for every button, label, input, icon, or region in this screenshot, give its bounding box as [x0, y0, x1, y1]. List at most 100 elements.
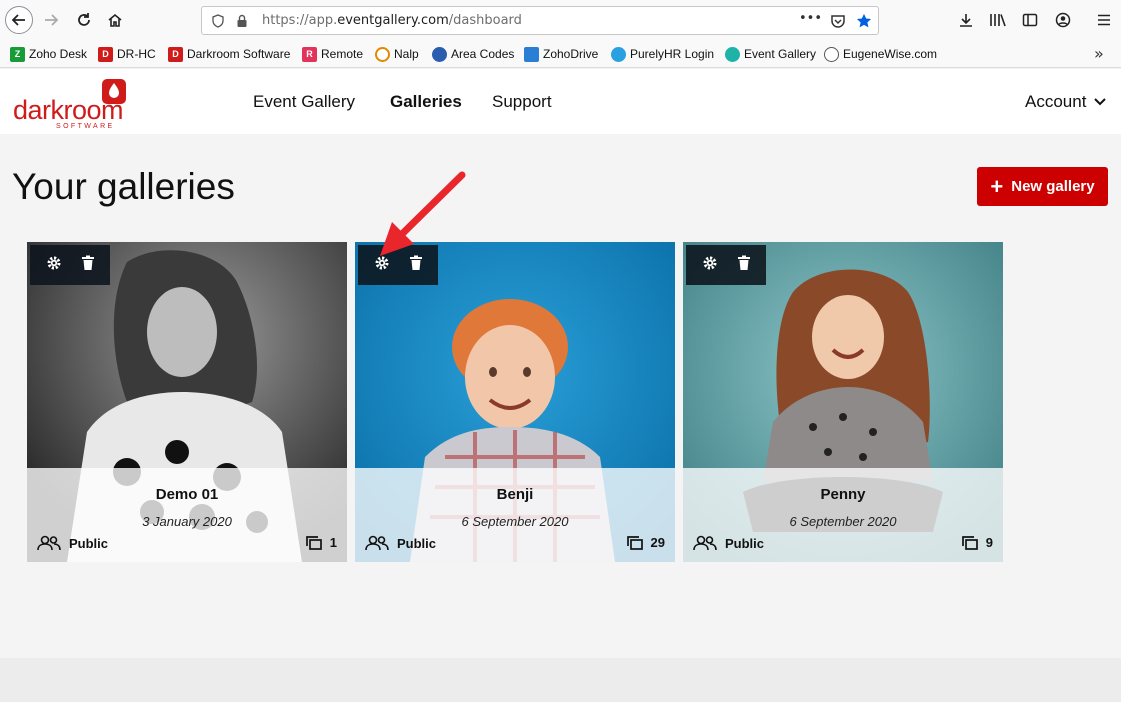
- arrow-right-icon: [45, 14, 59, 26]
- visibility-badge: Public: [365, 535, 436, 551]
- gallery-card[interactable]: Demo 01 3 January 2020 Public 1: [27, 242, 347, 562]
- card-actions: [30, 245, 110, 285]
- bookmark-favicon-icon: Z: [10, 46, 25, 62]
- pocket-icon[interactable]: [830, 13, 846, 29]
- account-button[interactable]: [1053, 10, 1073, 30]
- sidebar-button[interactable]: [1020, 10, 1040, 30]
- delete-button[interactable]: [737, 255, 751, 275]
- bookmark-favicon-icon: D: [98, 46, 113, 62]
- menu-button[interactable]: [1094, 10, 1114, 30]
- gallery-card[interactable]: Benji 6 September 2020 Public 29: [355, 242, 675, 562]
- arrow-left-icon: [11, 14, 25, 26]
- browser-toolbar: https://app.eventgallery.com/dashboard •…: [0, 0, 1121, 40]
- bookmark-item[interactable]: Z Zoho Desk: [10, 46, 87, 62]
- bookmark-favicon-icon: D: [168, 46, 183, 62]
- bookmarks-overflow-button[interactable]: »: [1094, 44, 1104, 63]
- delete-button[interactable]: [409, 255, 423, 275]
- new-gallery-button[interactable]: + New gallery: [977, 167, 1108, 206]
- shield-icon[interactable]: [210, 13, 226, 29]
- profile-icon: [1055, 12, 1071, 28]
- bookmark-item[interactable]: Event Gallery: [725, 46, 816, 62]
- gear-icon: [703, 256, 716, 270]
- trash-icon: [81, 255, 94, 270]
- photo-count: 9: [961, 535, 993, 550]
- bookmark-item[interactable]: R Remote: [302, 46, 363, 62]
- bookmark-item[interactable]: Area Codes: [432, 46, 514, 62]
- card-info: Benji 6 September 2020 Public 29: [355, 468, 675, 562]
- card-info: Demo 01 3 January 2020 Public 1: [27, 468, 347, 562]
- home-icon: [108, 13, 122, 27]
- gear-icon: [375, 256, 388, 270]
- bookmark-item[interactable]: PurelyHR Login: [611, 46, 714, 62]
- library-button[interactable]: [988, 10, 1008, 30]
- lock-icon[interactable]: [234, 13, 250, 29]
- photo-count: 1: [305, 535, 337, 550]
- users-icon: [693, 535, 717, 551]
- photo-count: 29: [626, 535, 665, 550]
- bookmark-item[interactable]: D Darkroom Software: [168, 46, 290, 62]
- download-icon: [960, 14, 972, 27]
- bookmark-star-icon[interactable]: [856, 13, 872, 29]
- card-actions: [686, 245, 766, 285]
- gear-icon: [47, 256, 60, 270]
- home-button[interactable]: [101, 6, 129, 34]
- nav-galleries[interactable]: Galleries: [390, 92, 462, 112]
- card-actions: [358, 245, 438, 285]
- settings-button[interactable]: [374, 255, 390, 275]
- bookmark-favicon-icon: R: [302, 46, 317, 62]
- bookmark-item[interactable]: D DR-HC: [98, 46, 156, 62]
- hamburger-icon: [1098, 14, 1110, 26]
- trash-icon: [737, 255, 750, 270]
- downloads-button[interactable]: [956, 10, 976, 30]
- visibility-badge: Public: [693, 535, 764, 551]
- reload-button[interactable]: [70, 6, 98, 34]
- gallery-date: 6 September 2020: [461, 514, 569, 529]
- bookmark-favicon-icon: [824, 46, 839, 62]
- nav-support[interactable]: Support: [492, 92, 552, 112]
- plus-icon: +: [990, 173, 1004, 199]
- gallery-name[interactable]: Demo 01: [27, 486, 347, 503]
- back-button[interactable]: [5, 6, 33, 34]
- users-icon: [37, 535, 61, 551]
- bookmark-item[interactable]: ZohoDrive: [524, 46, 598, 62]
- bookmark-favicon-icon: [432, 46, 447, 62]
- gallery-date: 6 September 2020: [789, 514, 897, 529]
- images-icon: [961, 535, 978, 550]
- visibility-badge: Public: [37, 535, 108, 551]
- logo-wordmark: darkroom: [13, 95, 124, 125]
- bookmark-favicon-icon: [375, 46, 390, 62]
- sidebar-icon: [1022, 13, 1038, 27]
- gallery-name[interactable]: Penny: [683, 486, 1003, 503]
- trash-icon: [409, 255, 422, 270]
- users-icon: [365, 535, 389, 551]
- gallery-card[interactable]: Penny 6 September 2020 Public 9: [683, 242, 1003, 562]
- bookmark-item[interactable]: Nalp: [375, 46, 419, 62]
- bookmark-item[interactable]: EugeneWise.com: [824, 46, 937, 62]
- bookmark-favicon-icon: [725, 46, 740, 62]
- page-footer: [0, 658, 1121, 702]
- library-icon: [990, 14, 1006, 27]
- url-text[interactable]: https://app.eventgallery.com/dashboard: [262, 13, 522, 28]
- bookmark-favicon-icon: [611, 46, 626, 62]
- account-menu[interactable]: Account: [1025, 92, 1107, 112]
- gallery-name[interactable]: Benji: [355, 486, 675, 503]
- card-info: Penny 6 September 2020 Public 9: [683, 468, 1003, 562]
- new-gallery-label: New gallery: [1011, 178, 1095, 195]
- darkroom-logo[interactable]: darkroom SOFTWARE: [13, 77, 131, 132]
- bookmarks-bar: Z Zoho Desk D DR-HC D Darkroom Software R Re…: [0, 40, 1121, 68]
- nav-event-gallery[interactable]: Event Gallery: [253, 92, 355, 112]
- images-icon: [626, 535, 643, 550]
- site-header: darkroom SOFTWARE Event Gallery Gallerie…: [0, 69, 1121, 134]
- reload-icon: [78, 13, 90, 26]
- page-actions-menu[interactable]: •••: [799, 11, 822, 26]
- logo-subtitle: SOFTWARE: [56, 123, 115, 130]
- page-title: Your galleries: [12, 166, 235, 207]
- chevron-down-icon: [1094, 98, 1107, 106]
- forward-button[interactable]: [37, 6, 65, 34]
- settings-button[interactable]: [46, 255, 62, 275]
- bookmark-favicon-icon: [524, 46, 539, 62]
- address-bar[interactable]: https://app.eventgallery.com/dashboard •…: [201, 6, 879, 35]
- delete-button[interactable]: [81, 255, 95, 275]
- settings-button[interactable]: [702, 255, 718, 275]
- gallery-date: 3 January 2020: [142, 514, 232, 529]
